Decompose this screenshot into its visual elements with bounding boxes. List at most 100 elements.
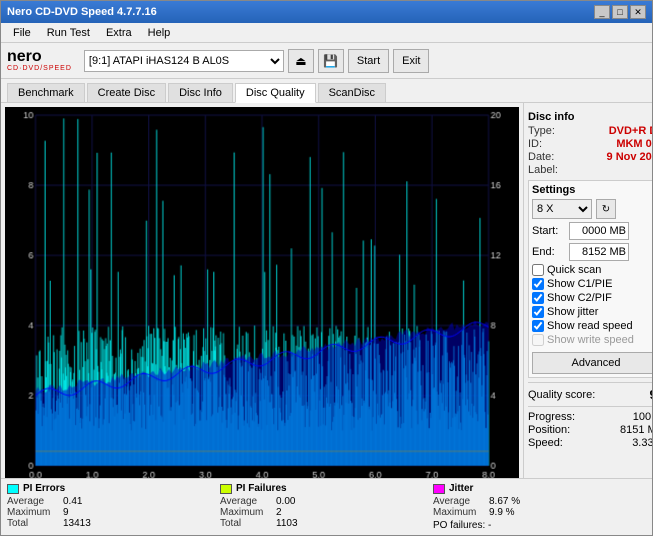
settings-title: Settings (532, 184, 652, 196)
pi-errors-color-box (7, 484, 19, 494)
advanced-button[interactable]: Advanced (532, 352, 652, 374)
pi-failures-avg-label: Average (220, 496, 272, 507)
refresh-button[interactable]: ↻ (596, 199, 616, 219)
disc-label-label: Label: (528, 164, 558, 176)
eject-icon-button[interactable]: ⏏ (288, 49, 314, 73)
po-failures-row: PO failures: - (433, 520, 646, 531)
minimize-button[interactable]: _ (594, 5, 610, 19)
show-read-speed-checkbox[interactable] (532, 320, 544, 332)
show-read-speed-row: Show read speed (532, 320, 652, 332)
position-label: Position: (528, 424, 570, 436)
stats-area: PI Errors Average 0.41 Maximum 9 Total 1… (1, 478, 652, 535)
title-bar-buttons: _ □ ✕ (594, 5, 646, 19)
pi-failures-max-label: Maximum (220, 507, 272, 518)
quality-score-label: Quality score: (528, 389, 595, 401)
disc-id-row: ID: MKM 003 (528, 138, 652, 150)
pi-errors-group: PI Errors Average 0.41 Maximum 9 Total 1… (7, 483, 220, 531)
menu-help[interactable]: Help (140, 25, 179, 41)
disc-info-title: Disc info (528, 111, 652, 123)
save-icon-button[interactable]: 💾 (318, 49, 344, 73)
jitter-avg-value: 8.67 % (489, 496, 520, 507)
show-jitter-checkbox[interactable] (532, 306, 544, 318)
jitter-color-box (433, 484, 445, 494)
start-input[interactable] (569, 222, 629, 240)
tab-disc-info[interactable]: Disc Info (168, 83, 233, 102)
jitter-header: Jitter (433, 483, 646, 494)
tab-disc-quality[interactable]: Disc Quality (235, 83, 316, 103)
pi-errors-avg-value: 0.41 (63, 496, 82, 507)
tab-benchmark[interactable]: Benchmark (7, 83, 85, 102)
progress-label: Progress: (528, 411, 575, 423)
menu-run-test[interactable]: Run Test (39, 25, 98, 41)
pi-failures-avg-row: Average 0.00 (220, 496, 433, 507)
pi-errors-total-label: Total (7, 518, 59, 529)
quick-scan-checkbox[interactable] (532, 264, 544, 276)
show-c1-checkbox[interactable] (532, 278, 544, 290)
speed-label: Speed: (528, 437, 563, 449)
disc-type-value: DVD+R DL (609, 125, 652, 137)
end-input[interactable] (569, 243, 629, 261)
jitter-group: Jitter Average 8.67 % Maximum 9.9 % PO f… (433, 483, 646, 531)
quality-score-value: 95 (650, 387, 652, 402)
maximize-button[interactable]: □ (612, 5, 628, 19)
po-failures-value: - (488, 520, 491, 531)
jitter-avg-row: Average 8.67 % (433, 496, 646, 507)
start-button[interactable]: Start (348, 49, 389, 73)
show-read-speed-label: Show read speed (547, 320, 633, 332)
nero-logo: nero CD·DVD/SPEED (7, 49, 72, 72)
position-row: Position: 8151 MB (528, 424, 652, 436)
show-write-speed-checkbox (532, 334, 544, 346)
toolbar: nero CD·DVD/SPEED [9:1] ATAPI iHAS124 B … (1, 43, 652, 79)
pi-errors-max-label: Maximum (7, 507, 59, 518)
menu-bar: File Run Test Extra Help (1, 23, 652, 43)
menu-file[interactable]: File (5, 25, 39, 41)
show-c1-label: Show C1/PIE (547, 278, 612, 290)
pi-failures-total-label: Total (220, 518, 272, 529)
pi-errors-avg-row: Average 0.41 (7, 496, 220, 507)
disc-id-value: MKM 003 (616, 138, 652, 150)
progress-value: 100 % (633, 411, 652, 423)
pi-errors-max-row: Maximum 9 (7, 507, 220, 518)
pi-failures-total-value: 1103 (276, 518, 298, 529)
end-mb-row: End: (532, 243, 652, 261)
window-title: Nero CD-DVD Speed 4.7.7.16 (7, 6, 157, 18)
end-label: End: (532, 246, 567, 258)
speed-selector[interactable]: 8 X Max 1 X 2 X 4 X 16 X (532, 199, 592, 219)
top-chart (5, 107, 519, 478)
quality-score-section: Quality score: 95 (528, 382, 652, 402)
pi-errors-total-row: Total 13413 (7, 518, 220, 529)
disc-date-value: 9 Nov 2020 (607, 151, 652, 163)
pi-failures-max-row: Maximum 2 (220, 507, 433, 518)
disc-date-label: Date: (528, 151, 554, 163)
right-panel: Disc info Type: DVD+R DL ID: MKM 003 Dat… (523, 103, 652, 478)
charts-area (1, 103, 523, 478)
start-mb-row: Start: (532, 222, 652, 240)
show-c1-row: Show C1/PIE (532, 278, 652, 290)
pi-failures-label: PI Failures (236, 483, 287, 494)
jitter-label: Jitter (449, 483, 473, 494)
menu-extra[interactable]: Extra (98, 25, 140, 41)
po-failures-label: PO failures: (433, 520, 485, 531)
nero-logo-subtitle: CD·DVD/SPEED (7, 65, 72, 72)
pi-failures-color-box (220, 484, 232, 494)
show-jitter-label: Show jitter (547, 306, 598, 318)
disc-type-row: Type: DVD+R DL (528, 125, 652, 137)
drive-selector[interactable]: [9:1] ATAPI iHAS124 B AL0S (84, 50, 284, 72)
pi-failures-avg-value: 0.00 (276, 496, 295, 507)
settings-panel: Settings 8 X Max 1 X 2 X 4 X 16 X ↻ Star… (528, 180, 652, 378)
exit-button[interactable]: Exit (393, 49, 429, 73)
tab-create-disc[interactable]: Create Disc (87, 83, 166, 102)
title-bar: Nero CD-DVD Speed 4.7.7.16 _ □ ✕ (1, 1, 652, 23)
disc-id-label: ID: (528, 138, 542, 150)
pi-errors-label: PI Errors (23, 483, 65, 494)
pi-failures-group: PI Failures Average 0.00 Maximum 2 Total… (220, 483, 433, 531)
jitter-max-value: 9.9 % (489, 507, 515, 518)
tab-scan-disc[interactable]: ScanDisc (318, 83, 386, 102)
jitter-max-label: Maximum (433, 507, 485, 518)
quality-score-row: Quality score: 95 (528, 387, 652, 402)
position-value: 8151 MB (620, 424, 652, 436)
show-c2-checkbox[interactable] (532, 292, 544, 304)
show-write-speed-label: Show write speed (547, 334, 634, 346)
close-button[interactable]: ✕ (630, 5, 646, 19)
pi-errors-avg-label: Average (7, 496, 59, 507)
